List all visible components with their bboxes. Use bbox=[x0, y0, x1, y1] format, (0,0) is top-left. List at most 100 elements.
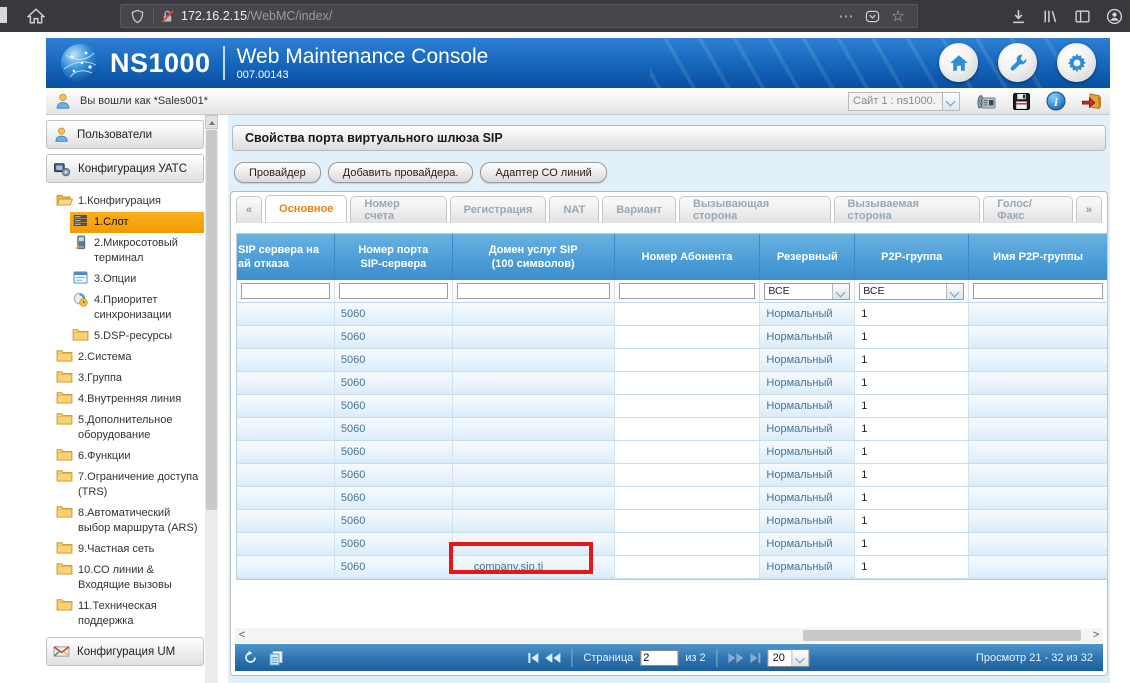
insecure-lock-icon[interactable] bbox=[160, 9, 175, 24]
scrollbar-thumb[interactable] bbox=[803, 630, 1080, 641]
table-cell[interactable] bbox=[453, 464, 615, 486]
page-actions-icon[interactable]: ⋯ bbox=[833, 7, 859, 25]
table-cell[interactable]: Нормальный bbox=[760, 303, 855, 325]
table-cell[interactable] bbox=[237, 372, 335, 394]
url-text[interactable]: 172.16.2.15/WebMC/index/ bbox=[181, 9, 833, 23]
sidebar-item[interactable]: 11.Техническая поддержка bbox=[54, 596, 204, 632]
table-cell[interactable]: 5060 bbox=[335, 533, 453, 555]
sidebar-item[interactable]: 1.Конфигурация bbox=[54, 191, 204, 212]
sidebar-item[interactable]: 4.Приоритет синхронизации bbox=[70, 290, 204, 326]
table-cell[interactable] bbox=[237, 303, 335, 325]
sidebar-toggle-icon[interactable] bbox=[1072, 8, 1092, 25]
table-cell[interactable] bbox=[969, 303, 1107, 325]
table-cell[interactable] bbox=[453, 349, 615, 371]
table-cell[interactable]: 1 bbox=[855, 464, 969, 486]
table-cell[interactable] bbox=[615, 510, 761, 532]
tab-4[interactable]: Вариант bbox=[602, 196, 676, 222]
table-row[interactable]: 5060Нормальный1 bbox=[237, 326, 1107, 349]
sidebar-item[interactable]: 5.DSP-ресурсы bbox=[70, 326, 204, 347]
table-cell[interactable] bbox=[969, 372, 1107, 394]
table-cell[interactable]: 5060 bbox=[335, 418, 453, 440]
table-cell[interactable]: Нормальный bbox=[760, 556, 855, 578]
table-cell[interactable]: 1 bbox=[855, 533, 969, 555]
scroll-up-arrow[interactable] bbox=[205, 115, 218, 129]
table-cell[interactable] bbox=[969, 395, 1107, 417]
column-header[interactable]: Номер портаSIP-сервера bbox=[335, 234, 453, 280]
table-cell[interactable]: 1 bbox=[855, 349, 969, 371]
provider-button[interactable]: Провайдер bbox=[234, 162, 321, 183]
table-cell[interactable] bbox=[969, 510, 1107, 532]
table-cell[interactable]: Нормальный bbox=[760, 441, 855, 463]
table-cell[interactable]: 1 bbox=[855, 441, 969, 463]
table-cell[interactable]: Нормальный bbox=[760, 395, 855, 417]
table-row[interactable]: 5060Нормальный1 bbox=[237, 303, 1107, 326]
scroll-right-arrow[interactable]: > bbox=[1089, 628, 1103, 643]
table-cell[interactable] bbox=[453, 533, 615, 555]
prev-page-button[interactable] bbox=[545, 653, 560, 663]
table-row[interactable]: 5060 Нормальный1 bbox=[237, 441, 1107, 464]
table-cell[interactable]: 1 bbox=[855, 487, 969, 509]
first-page-button[interactable] bbox=[528, 653, 538, 663]
table-cell[interactable] bbox=[969, 487, 1107, 509]
tab-1[interactable]: Номер счета bbox=[350, 196, 446, 222]
page-number-input[interactable] bbox=[640, 650, 678, 666]
sidebar-item[interactable]: 7.Ограничение доступа (TRS) bbox=[54, 467, 204, 503]
downloads-icon[interactable] bbox=[1008, 8, 1028, 25]
sidebar-item[interactable]: 2.Система bbox=[54, 347, 204, 368]
tab-5[interactable]: Вызывающая сторона bbox=[679, 196, 831, 222]
table-cell[interactable]: Нормальный bbox=[760, 533, 855, 555]
table-cell[interactable] bbox=[237, 556, 335, 578]
table-cell[interactable] bbox=[237, 487, 335, 509]
table-cell[interactable]: 5060 bbox=[335, 372, 453, 394]
table-cell[interactable]: 5060 bbox=[335, 441, 453, 463]
url-bar[interactable]: 172.16.2.15/WebMC/index/ ⋯ ☆ bbox=[120, 4, 918, 28]
tabs-scroll-left[interactable]: « bbox=[236, 196, 262, 222]
table-cell[interactable] bbox=[237, 395, 335, 417]
table-cell[interactable] bbox=[615, 441, 761, 463]
table-cell[interactable]: 1 bbox=[855, 326, 969, 348]
tab-2[interactable]: Регистрация bbox=[450, 196, 547, 222]
logout-icon[interactable] bbox=[1081, 92, 1102, 111]
filter-input[interactable] bbox=[241, 283, 330, 299]
table-cell[interactable] bbox=[453, 303, 615, 325]
table-row[interactable]: 5060Нормальный1 bbox=[237, 464, 1107, 487]
table-cell[interactable] bbox=[237, 464, 335, 486]
table-row[interactable]: 5060Нормальный1 bbox=[237, 510, 1107, 533]
table-row[interactable]: 5060Нормальный1 bbox=[237, 349, 1107, 372]
filter-input[interactable] bbox=[457, 283, 610, 299]
table-cell[interactable] bbox=[969, 349, 1107, 371]
copy-grid-icon[interactable] bbox=[268, 650, 284, 666]
table-row[interactable]: 5060 Нормальный1 bbox=[237, 533, 1107, 556]
phone-status-icon[interactable] bbox=[975, 92, 997, 110]
table-cell[interactable] bbox=[453, 418, 615, 440]
table-cell[interactable]: 1 bbox=[855, 556, 969, 578]
table-cell[interactable]: 5060 bbox=[335, 510, 453, 532]
table-cell[interactable] bbox=[969, 556, 1107, 578]
table-cell[interactable] bbox=[237, 326, 335, 348]
browser-home-icon[interactable] bbox=[24, 4, 48, 28]
add-provider-button[interactable]: Добавить провайдера. bbox=[328, 162, 474, 183]
tracking-shield-icon[interactable] bbox=[127, 9, 147, 24]
table-cell[interactable]: 1 bbox=[855, 510, 969, 532]
sidebar-item[interactable]: 3.Опции bbox=[70, 269, 204, 290]
library-icon[interactable] bbox=[1040, 8, 1060, 25]
account-icon[interactable] bbox=[1104, 8, 1124, 25]
horizontal-scrollbar[interactable]: < > bbox=[235, 628, 1103, 643]
table-cell[interactable]: Нормальный bbox=[760, 464, 855, 486]
table-cell[interactable] bbox=[615, 487, 761, 509]
table-cell[interactable] bbox=[615, 556, 761, 578]
page-size-select[interactable]: 20 bbox=[768, 649, 810, 667]
tab-6[interactable]: Вызываемая сторона bbox=[834, 196, 981, 222]
table-row[interactable]: 5060Нормальный1 bbox=[237, 487, 1107, 510]
column-header[interactable]: Имя P2P-группы bbox=[969, 234, 1107, 280]
tab-3[interactable]: NAT bbox=[549, 196, 599, 222]
home-screen-button[interactable] bbox=[939, 43, 978, 82]
table-cell[interactable] bbox=[969, 464, 1107, 486]
table-cell[interactable] bbox=[453, 487, 615, 509]
sidebar-section-pbx-configuration[interactable]: Конфигурация УАТС bbox=[46, 154, 204, 183]
table-cell[interactable] bbox=[615, 395, 761, 417]
maintenance-button[interactable] bbox=[998, 43, 1037, 82]
table-cell[interactable] bbox=[969, 441, 1107, 463]
filter-select[interactable]: ВСЕ bbox=[859, 283, 964, 300]
table-cell[interactable] bbox=[969, 533, 1107, 555]
